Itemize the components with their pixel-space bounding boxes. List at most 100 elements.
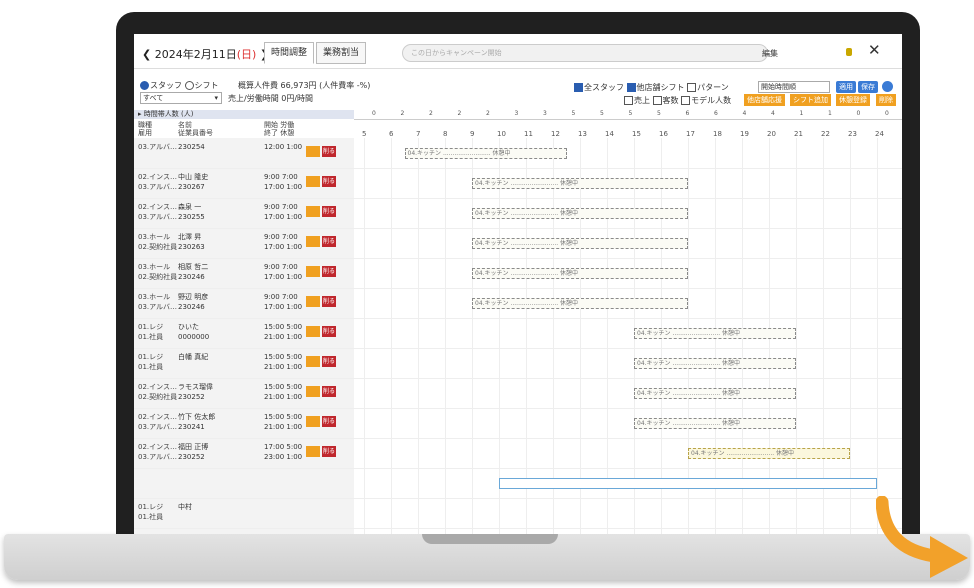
- group-select-value: すべて: [143, 94, 164, 102]
- hour-count: 0: [856, 110, 861, 117]
- shift-bar[interactable]: 04.キッチン ......................... 休憩中: [472, 298, 688, 309]
- remove-badge-button[interactable]: 削る: [322, 176, 336, 187]
- hour-count: 0: [885, 110, 889, 117]
- support-button[interactable]: 他店舗応援: [744, 94, 785, 106]
- check-customers-label: 客数: [662, 96, 679, 105]
- prev-day-button[interactable]: ❮: [142, 48, 155, 61]
- edit-badge-button[interactable]: [306, 446, 320, 457]
- hour-label: 12: [551, 130, 560, 138]
- check-other-store[interactable]: [626, 83, 636, 92]
- staff-name: ひいた 0000000: [178, 323, 210, 341]
- remove-badge-button[interactable]: 削る: [322, 326, 336, 337]
- remove-badge-button[interactable]: 削る: [322, 446, 336, 457]
- staff-time: 17:00 5:00 23:00 1:00: [264, 443, 303, 461]
- top-bar: ❮ 2024年2月11日(日) ❯ 時間調整 業務割当 この日からキャンペーン開…: [134, 34, 902, 69]
- refresh-icon[interactable]: [882, 81, 893, 92]
- edit-badge-button[interactable]: [306, 326, 320, 337]
- shift-bar[interactable]: 04.キッチン ......................... 休憩中: [634, 418, 796, 429]
- edit-badge-button[interactable]: [306, 416, 320, 427]
- staff-name: 中山 隆史 230267: [178, 173, 209, 191]
- remove-badge-button[interactable]: 削る: [322, 146, 336, 157]
- group-header[interactable]: ▸ 時間帯人数 (人): [134, 110, 358, 119]
- edit-label[interactable]: 編集: [762, 48, 778, 59]
- hour-label: 9: [470, 130, 475, 138]
- shift-bar[interactable]: 04.キッチン ......................... 休憩中: [472, 238, 688, 249]
- edit-badge-button[interactable]: [306, 356, 320, 367]
- edit-badge-button[interactable]: [306, 236, 320, 247]
- filter-bar: スタッフ シフト 概算人件費 66,973円 (人件費率 -%) すべて ▾ 売上…: [134, 78, 902, 108]
- sales-per-hour: 売上/労働時間 0円/時間: [228, 94, 314, 103]
- laptop-notch: [422, 534, 558, 544]
- check-sales-label: 売上: [634, 96, 650, 105]
- col-head-role: 職種 雇用: [138, 121, 152, 137]
- edit-badge-button[interactable]: [306, 206, 320, 217]
- pin-icon[interactable]: [846, 48, 852, 56]
- check-model-label: モデル人数: [691, 96, 732, 105]
- sort-dropdown[interactable]: 開始時間順: [758, 81, 830, 93]
- group-select[interactable]: すべて ▾: [140, 92, 222, 104]
- remove-badge-button[interactable]: 削る: [322, 296, 336, 307]
- break-button[interactable]: 休憩登録: [836, 94, 870, 106]
- tab-task-assign[interactable]: 業務割当: [316, 42, 367, 64]
- edit-badge-button[interactable]: [306, 176, 320, 187]
- chevron-down-icon: ▾: [214, 94, 218, 102]
- shift-bar[interactable]: 04.キッチン ......................... 休憩中: [472, 178, 688, 189]
- remove-badge-button[interactable]: 削る: [322, 386, 336, 397]
- hour-count: 5: [571, 110, 576, 117]
- edit-badge-button[interactable]: [306, 146, 320, 157]
- check-customers[interactable]: [652, 96, 662, 105]
- shift-bar[interactable]: 04.キッチン ......................... 休憩中: [472, 268, 688, 279]
- hour-count: 2: [486, 110, 490, 117]
- hour-count: 6: [714, 110, 718, 117]
- hour-count: 0: [372, 110, 376, 117]
- staff-time: 9:00 7:00 17:00 1:00: [264, 263, 303, 281]
- shift-bar[interactable]: 04.キッチン ......................... 休憩中: [634, 328, 796, 339]
- staff-name: 北澤 昇 230263: [178, 233, 205, 251]
- shift-bar[interactable]: [499, 478, 877, 489]
- shift-bar[interactable]: 04.キッチン ......................... 休憩中: [472, 208, 688, 219]
- check-sales[interactable]: [624, 96, 633, 105]
- edit-badge-button[interactable]: [306, 296, 320, 307]
- shift-bar[interactable]: 04.キッチン ......................... 休憩中: [404, 148, 567, 159]
- staff-time: 15:00 5:00 21:00 1:00: [264, 413, 303, 431]
- table-row[interactable]: 01.レジ 01.社員 中村: [134, 498, 902, 529]
- edit-badge-button[interactable]: [306, 386, 320, 397]
- staff-name: 中村: [178, 503, 192, 511]
- check-all-staff[interactable]: [574, 83, 583, 92]
- remove-badge-button[interactable]: 削る: [322, 236, 336, 247]
- shift-bar[interactable]: 04.キッチン ......................... 休憩中: [634, 358, 796, 369]
- check-pattern[interactable]: [687, 83, 697, 92]
- tab-time-adjust[interactable]: 時間調整: [264, 42, 315, 64]
- col-head-time: 開始 労働 終了 休憩: [264, 121, 295, 137]
- hour-count: 4: [771, 110, 775, 117]
- add-shift-button[interactable]: シフト追加: [790, 94, 831, 106]
- staff-time: 9:00 7:00 17:00 1:00: [264, 293, 303, 311]
- staff-name: 森泉 一 230255: [178, 203, 205, 221]
- apply-button[interactable]: 適用: [836, 81, 856, 93]
- hour-label: 16: [659, 130, 668, 138]
- remove-badge-button[interactable]: 削る: [322, 356, 336, 367]
- remove-badge-button[interactable]: 削る: [322, 416, 336, 427]
- check-model[interactable]: [681, 96, 691, 105]
- radio-staff-icon[interactable]: [140, 81, 149, 90]
- hour-label: 7: [416, 130, 421, 138]
- hour-label: 13: [578, 130, 587, 138]
- shift-bar[interactable]: 04.キッチン ......................... 休憩中: [688, 448, 850, 459]
- radio-shift-icon[interactable]: [184, 81, 194, 90]
- memo-input[interactable]: この日からキャンペーン開始: [402, 44, 768, 62]
- save-button[interactable]: 保存: [858, 81, 878, 93]
- hour-count: 2: [429, 110, 433, 117]
- staff-name: 相原 哲二 230246: [178, 263, 209, 281]
- staff-name: 白幡 真紀: [178, 353, 209, 361]
- staff-name: 野辺 明彦 230246: [178, 293, 209, 311]
- edit-badge-button[interactable]: [306, 266, 320, 277]
- close-icon[interactable]: ✕: [868, 41, 881, 59]
- remove-badge-button[interactable]: 削る: [322, 266, 336, 277]
- hour-count: 5: [657, 110, 661, 117]
- staff-name: 230254: [178, 143, 205, 151]
- hour-label: 14: [605, 130, 614, 138]
- shift-bar[interactable]: 04.キッチン ......................... 休憩中: [634, 388, 796, 399]
- remove-badge-button[interactable]: 削る: [322, 206, 336, 217]
- delete-button[interactable]: 削除: [876, 94, 896, 106]
- staff-time: 15:00 5:00 21:00 1:00: [264, 353, 303, 371]
